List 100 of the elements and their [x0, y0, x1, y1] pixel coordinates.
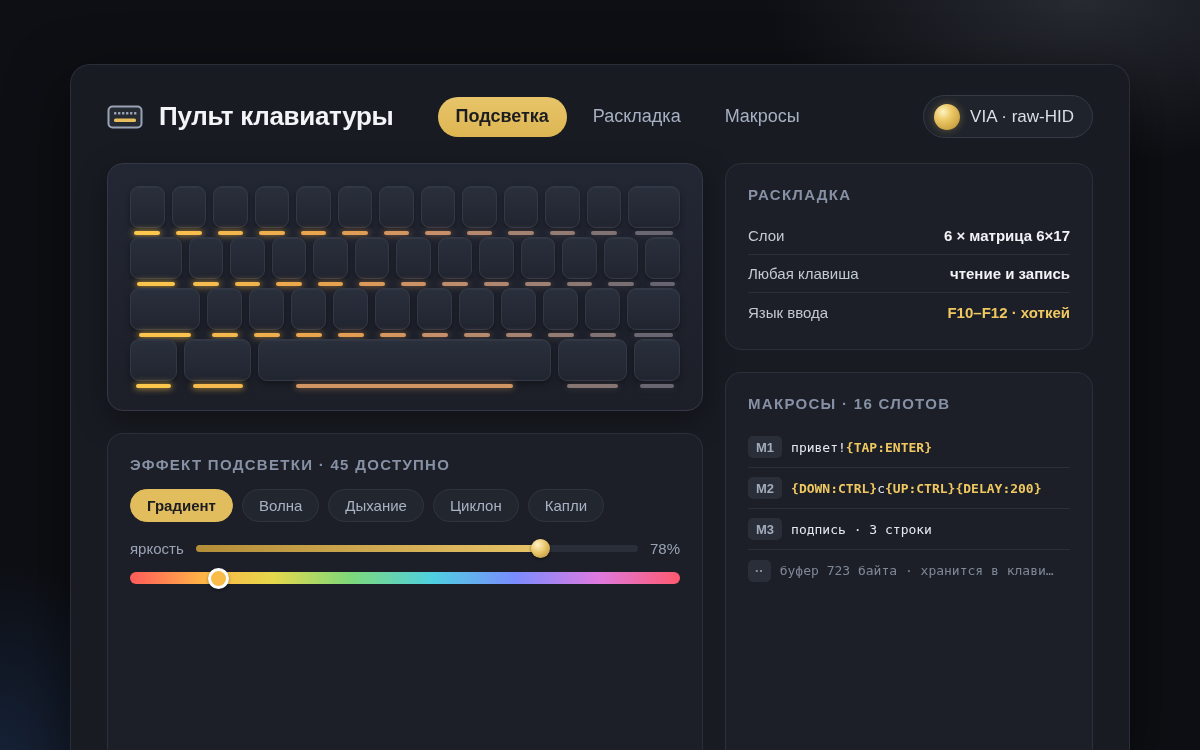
nav-tab[interactable]: Раскладка [574, 96, 699, 137]
keycap [633, 339, 680, 381]
keycap [130, 288, 201, 330]
keycap [628, 186, 680, 228]
keycap [545, 186, 580, 228]
brightness-slider[interactable] [195, 538, 638, 558]
slot-badge: M2 [748, 477, 783, 499]
backlight-strip [383, 231, 410, 235]
keycap [627, 288, 680, 330]
nav-tab[interactable]: Подсветка [437, 96, 567, 137]
keycap [354, 237, 390, 279]
backlight-strip [211, 333, 238, 337]
keycap [254, 186, 290, 228]
keycap [586, 186, 622, 228]
section-title: ЭФФЕКТ ПОДСВЕТКИ · 45 ДОСТУПНО [130, 456, 452, 473]
keycap [417, 288, 453, 330]
backlight-strip [342, 231, 368, 235]
effect-chip[interactable]: Волна [241, 489, 320, 522]
keycap [520, 237, 556, 279]
backlight-strip [253, 333, 280, 337]
slider-thumb[interactable] [207, 567, 229, 589]
slider-thumb[interactable] [531, 538, 551, 558]
keycap [230, 237, 265, 279]
backlight-strip [634, 333, 674, 337]
keycap [291, 288, 327, 330]
backlight-strip [234, 282, 261, 286]
backlight-strip [400, 282, 427, 286]
keycap [462, 186, 497, 228]
info-value: чтение и запись [949, 265, 1070, 282]
backlight-strip [508, 231, 534, 235]
info-value: 6 × матрица 6×17 [943, 227, 1070, 244]
keycap [503, 186, 539, 228]
keycap [557, 339, 627, 381]
keycap [188, 237, 224, 279]
backlight-strip [276, 282, 302, 286]
keycap [337, 186, 373, 228]
keycap [379, 186, 414, 228]
keycap [645, 237, 680, 279]
keycap [375, 288, 411, 330]
backlight-strip [639, 384, 674, 388]
app-title: Пульт клавиатуры [159, 101, 394, 132]
backlight-strip [317, 282, 344, 286]
backlight-strip [176, 231, 202, 235]
backlight-strip [379, 333, 406, 337]
keycap [333, 288, 369, 330]
info-label: Язык ввода [748, 303, 829, 321]
keycap [585, 288, 621, 330]
backlight-strip [136, 384, 171, 388]
backlight-strip [549, 231, 576, 235]
section-title: МАКРОСЫ · 16 СЛОТОВ [748, 395, 952, 412]
slider-value: 78% [649, 539, 680, 557]
backlight-strip [136, 282, 176, 286]
keycap [130, 339, 178, 381]
backlight-strip [649, 282, 676, 286]
backlight-strip [359, 282, 385, 286]
backlight-strip [591, 231, 617, 235]
backlight-strip [425, 231, 451, 235]
backlight-strip [217, 231, 244, 235]
backlight-strip [566, 282, 593, 286]
keycap [437, 237, 473, 279]
info-label: Слои [748, 227, 785, 244]
info-value: F10–F12 · хоткей [947, 303, 1070, 321]
backlight-strip [566, 384, 618, 388]
slot-badge: ·· [748, 559, 771, 582]
info-label: Любая клавиша [748, 265, 859, 282]
backlight-strip [466, 231, 493, 235]
effect-chip[interactable]: Капли [527, 489, 605, 522]
keycap [207, 288, 243, 330]
effect-chip[interactable]: Дыхание [328, 489, 424, 522]
backlight-strip [139, 333, 191, 337]
macro-text: {DOWN:CTRL}c{UP:CTRL}{DELAY:200} [791, 480, 1042, 496]
keycap [562, 237, 597, 279]
backlight-strip [295, 333, 322, 337]
connection-label: VIA · raw-HID [970, 106, 1074, 127]
backlight-strip [193, 282, 219, 286]
keycap [313, 237, 348, 279]
keycap [543, 288, 579, 330]
buffer-note: буфер 723 байта · хранится в клави… [779, 563, 1054, 578]
keycap [171, 186, 207, 228]
backlight-strip [337, 333, 364, 337]
backlight-strip [192, 384, 243, 388]
macro-text: привет!{TAP:ENTER} [791, 439, 932, 455]
effect-chip[interactable]: Градиент [130, 489, 233, 522]
keycap [501, 288, 537, 330]
keycap [249, 288, 285, 330]
backlight-strip [421, 333, 448, 337]
section-title: РАСКЛАДКА [748, 186, 853, 203]
nav-tab[interactable]: Макросы [706, 96, 818, 137]
backlight-strip [259, 231, 285, 235]
keycap [479, 237, 514, 279]
effect-chip[interactable]: Циклон [432, 489, 519, 522]
backlight-strip [134, 231, 160, 235]
backlight-strip [505, 333, 532, 337]
slot-badge: M1 [748, 436, 783, 458]
hue-slider[interactable] [130, 567, 680, 589]
backlight-strip [525, 282, 551, 286]
backlight-strip [300, 231, 327, 235]
backlight-strip [483, 282, 510, 286]
sphere-icon [934, 103, 961, 130]
keycap [271, 237, 307, 279]
